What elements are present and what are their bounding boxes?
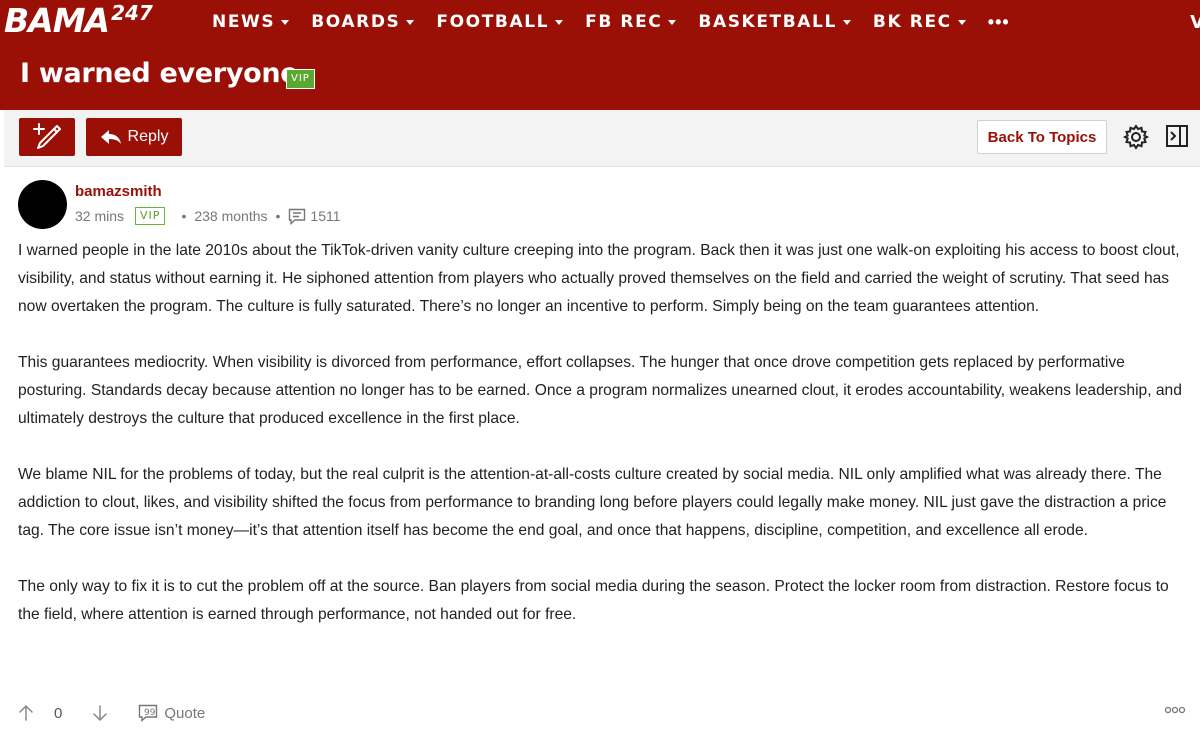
new-post-button[interactable] [19,118,75,156]
logo-text: BAMA [4,1,110,40]
svg-text:99: 99 [144,708,156,718]
nav-item-basketball[interactable]: BASKETBALL [698,12,851,32]
nav-item-label: BOARDS [311,12,401,32]
downvote-icon[interactable] [92,704,108,722]
post-username[interactable]: bamazsmith [75,183,162,200]
reply-arrow-icon [100,130,121,144]
quote-label: Quote [164,704,206,722]
nav-item-label: NEWS [212,12,276,32]
member-tenure: 238 months [194,208,268,224]
site-header: BAMA 247 NEWS BOARDS FOOTBALL FB REC BAS… [0,0,1200,110]
nav-item-fb-rec[interactable]: FB REC [585,12,677,32]
chevron-down-icon [555,19,564,25]
post-time: 32 mins [75,208,125,224]
nav-item-label: FOOTBALL [436,12,550,32]
post-actions: 0 99 Quote [18,700,1188,726]
separator-dot: • [181,208,187,224]
post-count: 1511 [310,208,341,224]
back-to-topics-button[interactable]: Back To Topics [977,120,1107,154]
more-nav-icon[interactable]: ••• [988,12,1010,33]
chevron-down-icon [668,19,677,25]
compose-icon [33,123,61,149]
post-body: I warned people in the late 2010s about … [18,237,1188,657]
chevron-down-icon [957,19,966,25]
nav-item-label: BK REC [872,12,952,32]
vip-badge: VIP [286,69,315,89]
nav-item-label: FB REC [585,12,663,32]
gear-icon[interactable] [1123,124,1149,150]
post-paragraph: The only way to fix it is to cut the pro… [18,578,1169,623]
panel-toggle-icon[interactable] [1165,124,1189,148]
topic-toolbar: Reply Back To Topics [4,110,1200,167]
nav-item-bk-rec[interactable]: BK REC [873,12,966,32]
nav-item-label: BASKETBALL [698,12,837,32]
chevron-down-icon [842,19,851,25]
quote-button[interactable]: 99 Quote [138,704,205,722]
more-options-icon[interactable] [1164,706,1186,714]
nav-item-boards[interactable]: BOARDS [311,12,415,32]
page-title: I warned everyone [20,58,299,89]
nav-item-truncated[interactable]: V [1190,12,1200,33]
upvote-icon[interactable] [18,704,34,722]
post-paragraph: I warned people in the late 2010s about … [18,242,1180,315]
vote-count: 0 [54,704,63,722]
nav-item-news[interactable]: NEWS [212,12,290,32]
chevron-down-icon [406,19,415,25]
reply-label: Reply [127,128,169,145]
separator-dot: • [275,208,281,224]
nav-item-football[interactable]: FOOTBALL [436,12,564,32]
quote-icon: 99 [139,704,158,722]
chevron-down-icon [281,19,290,25]
site-logo[interactable]: BAMA 247 [4,2,153,40]
avatar[interactable] [18,180,67,229]
post-paragraph: This guarantees mediocrity. When visibil… [18,354,1182,427]
reply-button[interactable]: Reply [86,118,182,156]
logo-superscript: 247 [111,1,153,25]
post-paragraph: We blame NIL for the problems of today, … [18,466,1167,539]
comment-icon [288,208,306,225]
main-nav: NEWS BOARDS FOOTBALL FB REC BASKETBALL B… [212,0,1032,44]
post-meta: 32 mins VIP • 238 months • 1511 [75,206,341,226]
vip-badge: VIP [135,207,166,225]
